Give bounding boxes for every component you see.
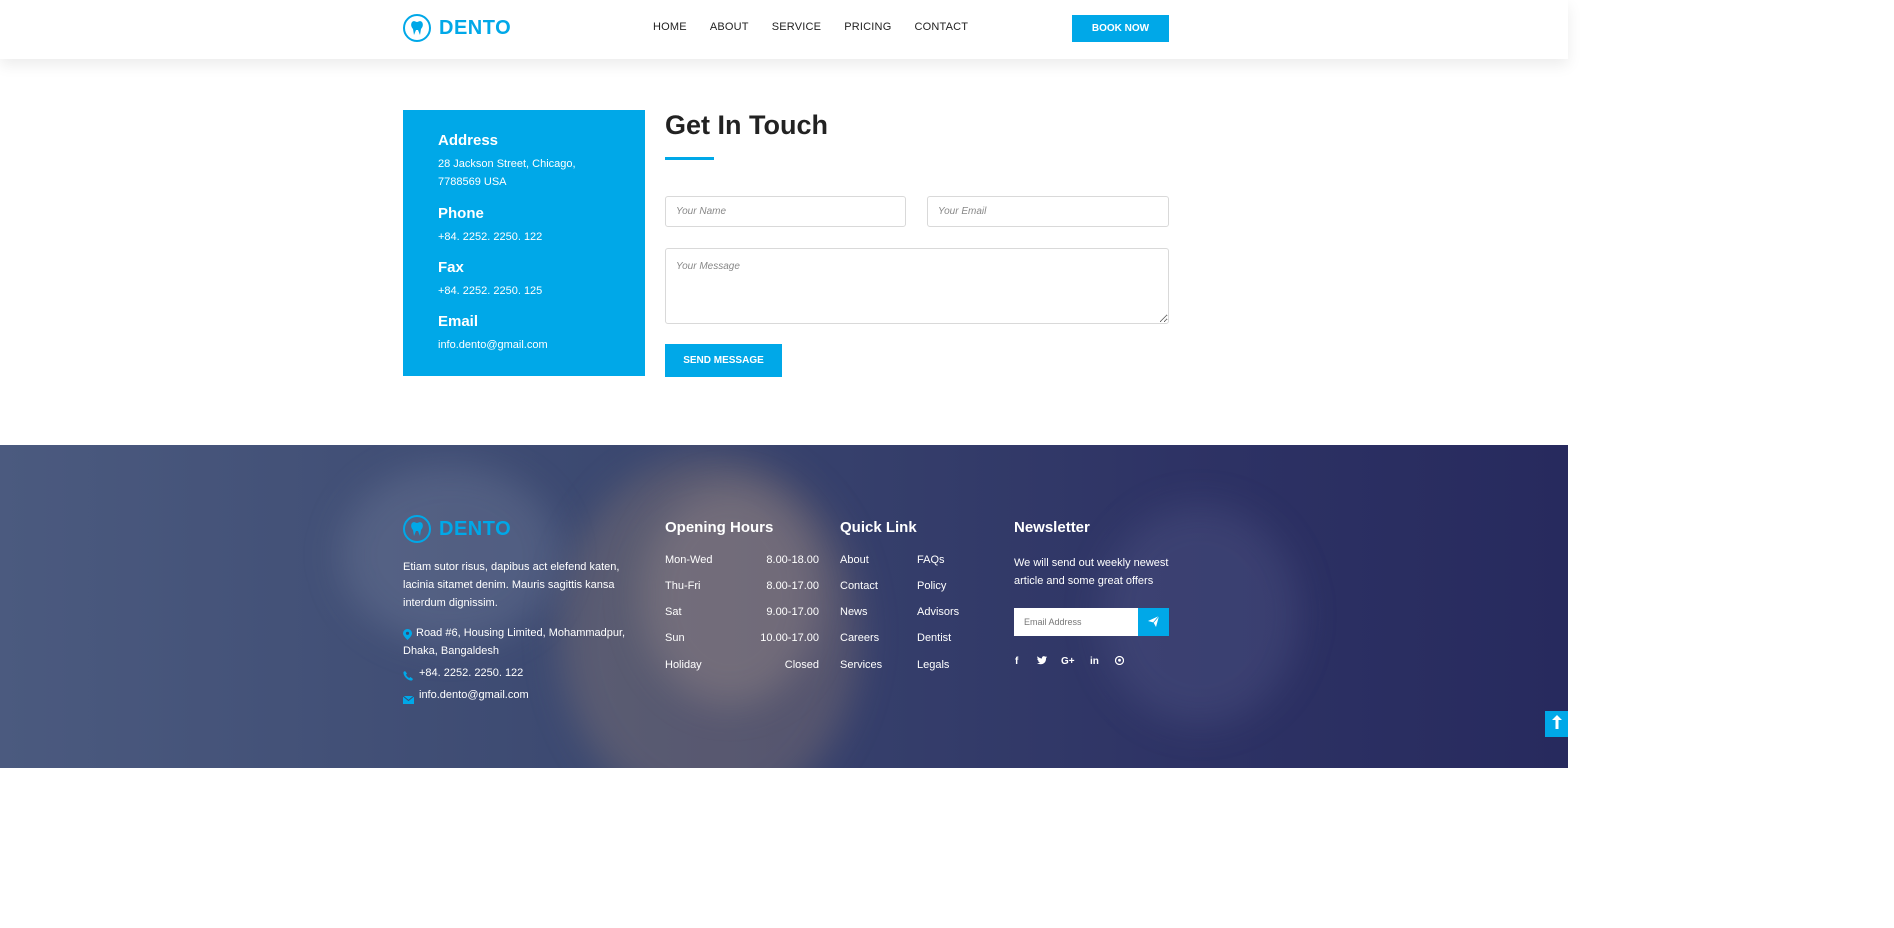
footer-address-line-1: Road #6, Housing Limited, Mohammadpur, <box>416 627 626 639</box>
footer-link-contact[interactable]: Contact <box>840 580 878 592</box>
hours-row: Mon-Wed 8.00-18.00 <box>665 554 819 566</box>
footer-about-line-1: Etiam sutor risus, dapibus act elefend k… <box>403 561 620 573</box>
hours-row: Thu-Fri 8.00-17.00 <box>665 580 819 592</box>
phone-heading: Phone <box>438 205 484 222</box>
newsletter-title: Newsletter <box>1014 519 1090 536</box>
hours-time: 9.00-17.00 <box>766 606 819 618</box>
phone-icon <box>403 668 413 686</box>
hours-day: Mon-Wed <box>665 554 713 566</box>
hours-time: Closed <box>784 659 819 671</box>
title-underline <box>665 157 714 160</box>
footer-link-legals[interactable]: Legals <box>917 659 949 671</box>
fax-heading: Fax <box>438 259 464 276</box>
hours-time: 10.00-17.00 <box>760 632 819 644</box>
footer-email: info.dento@gmail.com <box>419 689 529 701</box>
name-input[interactable] <box>665 196 906 227</box>
envelope-icon <box>402 691 415 709</box>
hours-time: 8.00-17.00 <box>766 580 819 592</box>
footer-link-faqs[interactable]: FAQs <box>917 554 945 566</box>
arrow-up-icon <box>1551 714 1562 734</box>
hours-row: Sun 10.00-17.00 <box>665 632 819 644</box>
address-heading: Address <box>438 132 499 149</box>
newsletter-email-input[interactable] <box>1014 608 1138 636</box>
site-footer: DENTO Etiam sutor risus, dapibus act ele… <box>0 445 1568 768</box>
scroll-to-top-button[interactable] <box>1545 711 1568 737</box>
fax-value: +84. 2252. 2250. 125 <box>438 285 543 297</box>
nav-contact[interactable]: CONTACT <box>914 21 968 33</box>
newsletter-text-line-1: We will send out weekly newest <box>1014 557 1169 569</box>
footer-about-line-3: interdum dignissim. <box>403 597 498 609</box>
footer-link-advisors[interactable]: Advisors <box>917 606 959 618</box>
address-line-1: 28 Jackson Street, Chicago, <box>438 158 576 170</box>
nav-about[interactable]: ABOUT <box>710 21 749 33</box>
footer-link-services[interactable]: Services <box>840 659 882 671</box>
footer-link-dentist[interactable]: Dentist <box>917 632 951 644</box>
tooth-icon <box>403 515 431 543</box>
newsletter-text-line-2: article and some great offers <box>1014 575 1154 587</box>
footer-link-news[interactable]: News <box>840 606 868 618</box>
message-textarea[interactable] <box>665 248 1169 324</box>
hours-time: 8.00-18.00 <box>766 554 819 566</box>
send-message-button[interactable]: SEND MESSAGE <box>665 344 782 377</box>
hours-row: Sat 9.00-17.00 <box>665 606 819 618</box>
contact-info-panel: Address 28 Jackson Street, Chicago, 7788… <box>403 110 645 376</box>
hours-day: Thu-Fri <box>665 580 701 592</box>
address-line-2: 7788569 USA <box>438 176 507 188</box>
footer-address-line-2: Dhaka, Bangaldesh <box>403 645 500 657</box>
phone-value: +84. 2252. 2250. 122 <box>438 231 543 243</box>
facebook-icon[interactable]: f <box>1015 656 1018 667</box>
brand-name: DENTO <box>439 16 512 39</box>
site-header: DENTO HOME ABOUT SERVICE PRICING CONTACT… <box>0 0 1568 59</box>
google-plus-icon[interactable]: G+ <box>1061 656 1075 667</box>
hours-day: Sun <box>665 632 685 644</box>
hours-day: Sat <box>665 606 682 618</box>
footer-link-about[interactable]: About <box>840 554 869 566</box>
hours-row: Holiday Closed <box>665 659 819 671</box>
twitter-icon[interactable] <box>1037 656 1047 668</box>
hours-day: Holiday <box>665 659 702 671</box>
tooth-icon <box>403 14 431 42</box>
opening-hours-title: Opening Hours <box>665 519 774 536</box>
paper-plane-icon <box>1148 615 1160 630</box>
book-now-button[interactable]: BOOK NOW <box>1072 15 1169 42</box>
footer-link-careers[interactable]: Careers <box>840 632 879 644</box>
footer-link-policy[interactable]: Policy <box>917 580 946 592</box>
linkedin-icon[interactable]: in <box>1090 656 1099 667</box>
footer-phone: +84. 2252. 2250. 122 <box>419 667 524 679</box>
nav-service[interactable]: SERVICE <box>772 21 822 33</box>
brand-logo[interactable]: DENTO <box>403 14 511 42</box>
nav-home[interactable]: HOME <box>653 21 687 33</box>
email-value: info.dento@gmail.com <box>438 339 548 351</box>
pinterest-icon[interactable] <box>1114 655 1125 668</box>
nav-pricing[interactable]: PRICING <box>844 21 891 33</box>
main-nav: HOME ABOUT SERVICE PRICING CONTACT <box>653 21 968 33</box>
footer-brand-logo[interactable]: DENTO <box>403 515 511 543</box>
form-title: Get In Touch <box>665 110 828 140</box>
email-input[interactable] <box>927 196 1169 227</box>
email-heading: Email <box>438 313 479 330</box>
footer-brand-name: DENTO <box>439 517 512 540</box>
newsletter-submit-button[interactable] <box>1138 608 1169 636</box>
footer-about-line-2: lacinia sitamet denim. Mauris sagittis k… <box>403 579 615 591</box>
quick-link-title: Quick Link <box>840 519 917 536</box>
